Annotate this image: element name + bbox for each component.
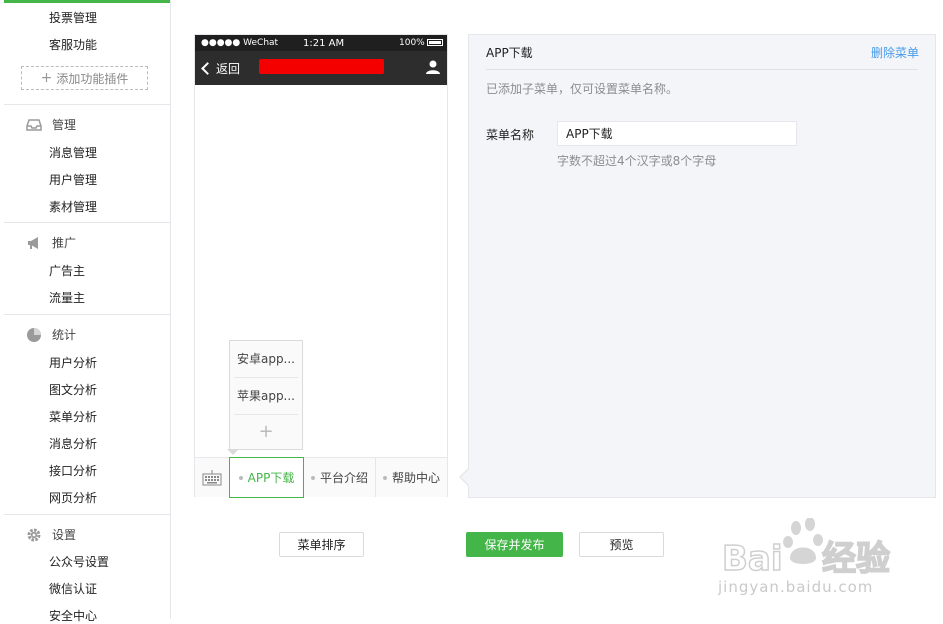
sidebar-item-account-settings[interactable]: 公众号设置 (49, 553, 109, 570)
section-title: 统计 (52, 328, 77, 342)
sidebar-item-wechat-verify[interactable]: 微信认证 (49, 580, 97, 597)
menu-tab-platform-intro[interactable]: 平台介绍 (304, 458, 376, 497)
submenu-popup: 安卓app... 苹果app... + (229, 340, 303, 450)
add-plugin-button[interactable]: + 添加功能插件 (21, 66, 148, 90)
keyboard-toggle-button[interactable] (195, 458, 230, 497)
sidebar-divider (4, 514, 170, 515)
sidebar-section-settings: 设置 (26, 526, 76, 543)
sidebar-section-stats: 统计 (26, 326, 76, 343)
sidebar-active-indicator (4, 0, 170, 3)
sidebar-nav: 投票管理 客服功能 + 添加功能插件 管理 消息管理 用户管理 素材管理 推广 … (4, 0, 171, 623)
sidebar-item-vote[interactable]: 投票管理 (49, 9, 97, 26)
sidebar-section-manage: 管理 (26, 116, 76, 133)
menu-tab-help-center[interactable]: 帮助中心 (376, 458, 447, 497)
delete-menu-link[interactable]: 删除菜单 (871, 44, 919, 61)
user-profile-icon[interactable] (425, 59, 441, 75)
sidebar-item-advertiser[interactable]: 广告主 (49, 262, 85, 279)
carrier-label: ●●●●● WeChat (201, 38, 279, 48)
plus-icon: + (40, 70, 53, 86)
keyboard-icon (202, 469, 222, 485)
battery-label: 100% (399, 38, 425, 48)
sidebar-divider (4, 104, 170, 105)
svg-text:Bai: Bai (722, 539, 783, 579)
sidebar-item-publisher[interactable]: 流量主 (49, 289, 85, 306)
menu-edit-panel: APP下载 删除菜单 已添加子菜单，仅可设置菜单名称。 菜单名称 字数不超过4个… (468, 34, 936, 498)
sidebar-item-user-analysis[interactable]: 用户分析 (49, 354, 97, 371)
phone-preview: ●●●●● WeChat 1:21 AM 100% 返回 安卓app... 苹果… (194, 34, 448, 498)
add-plugin-label: 添加功能插件 (56, 71, 129, 86)
add-submenu-button[interactable]: + (230, 417, 302, 447)
sidebar-item-security-center[interactable]: 安全中心 (49, 607, 97, 624)
menu-tab-label: APP下载 (247, 471, 295, 485)
redacted-account-name (259, 59, 384, 74)
panel-title: APP下载 (486, 46, 533, 60)
menu-tab-app-download[interactable]: APP下载 (229, 457, 304, 498)
menu-dot-icon (382, 475, 387, 480)
pie-chart-icon (26, 327, 42, 343)
menu-dot-icon (238, 475, 243, 480)
save-publish-button[interactable]: 保存并发布 (466, 532, 563, 557)
sidebar-item-message-analysis[interactable]: 消息分析 (49, 435, 97, 452)
sidebar-item-api-analysis[interactable]: 接口分析 (49, 462, 97, 479)
gear-icon (26, 527, 42, 543)
menu-name-input[interactable] (557, 121, 797, 146)
inbox-icon (26, 117, 42, 133)
sidebar-divider (4, 314, 170, 315)
status-time: 1:21 AM (303, 38, 345, 49)
menu-tab-label: 平台介绍 (319, 471, 368, 485)
back-label: 返回 (216, 62, 241, 76)
sidebar-section-promote: 推广 (26, 234, 76, 251)
sidebar-item-article-analysis[interactable]: 图文分析 (49, 381, 97, 398)
sidebar-item-menu-analysis[interactable]: 菜单分析 (49, 408, 97, 425)
menu-name-tip: 字数不超过4个汉字或8个字母 (557, 154, 717, 168)
megaphone-icon (26, 235, 42, 251)
phone-status-bar: ●●●●● WeChat 1:21 AM 100% (195, 35, 447, 51)
panel-pointer-fill (461, 469, 469, 485)
menu-dot-icon (310, 475, 315, 480)
battery-icon (427, 39, 443, 46)
sidebar-item-web-analysis[interactable]: 网页分析 (49, 489, 97, 506)
phone-menu-bar: APP下载 平台介绍 帮助中心 (195, 457, 447, 498)
back-button[interactable]: 返回 (201, 60, 241, 77)
submenu-item-android[interactable]: 安卓app... (234, 341, 298, 378)
phone-nav-bar: 返回 (195, 51, 447, 85)
sidebar-item-messages[interactable]: 消息管理 (49, 144, 97, 161)
menu-tab-label: 帮助中心 (391, 471, 440, 485)
section-title: 设置 (52, 528, 77, 542)
svg-text:经验: 经验 (822, 539, 890, 579)
submenu-arrow (227, 449, 239, 455)
baidu-jingyan-watermark: Bai 经验 jingyan.baidu.com (718, 517, 938, 614)
menu-sort-button[interactable]: 菜单排序 (279, 532, 364, 557)
watermark-url: jingyan.baidu.com (718, 578, 874, 596)
panel-divider (486, 69, 918, 70)
menu-name-label: 菜单名称 (486, 128, 535, 142)
sidebar-item-users[interactable]: 用户管理 (49, 171, 97, 188)
sidebar-item-customer-service[interactable]: 客服功能 (49, 36, 97, 53)
chevron-left-icon (201, 62, 214, 75)
section-title: 管理 (52, 118, 77, 132)
sidebar-item-materials[interactable]: 素材管理 (49, 198, 97, 215)
panel-hint: 已添加子菜单，仅可设置菜单名称。 (486, 82, 679, 96)
submenu-item-ios[interactable]: 苹果app... (234, 378, 298, 415)
sidebar-divider (4, 222, 170, 223)
section-title: 推广 (52, 236, 77, 250)
preview-button[interactable]: 预览 (579, 532, 664, 557)
